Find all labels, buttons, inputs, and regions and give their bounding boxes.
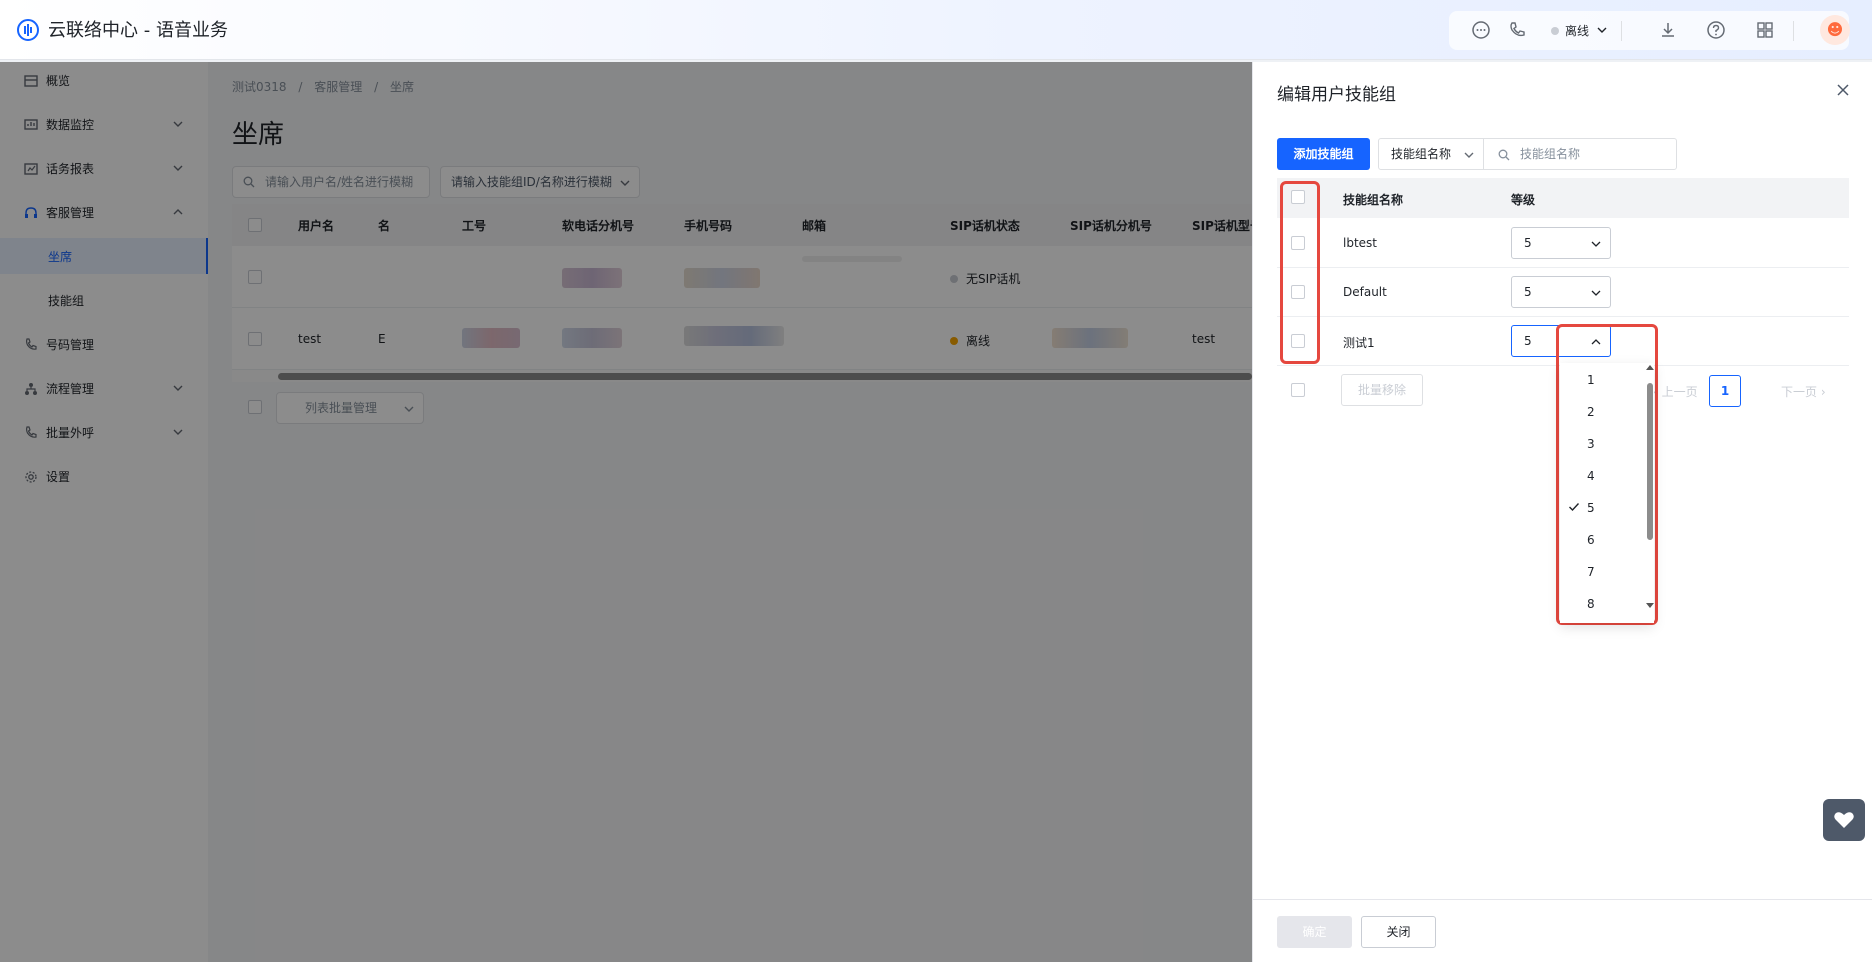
add-skill-group-button[interactable]: 添加技能组 [1277, 138, 1370, 170]
option-label: 6 [1587, 533, 1595, 547]
search-placeholder: 技能组名称 [1520, 147, 1581, 161]
prev-page-label: 上一页 [1661, 385, 1698, 399]
phone-icon[interactable] [1507, 20, 1527, 40]
next-page-label: 下一页 [1781, 385, 1818, 399]
level-option[interactable]: 3 [1560, 427, 1646, 459]
apps-grid-icon[interactable] [1755, 20, 1775, 40]
help-icon[interactable] [1706, 20, 1726, 40]
modal-overlay[interactable] [0, 62, 1252, 962]
level-option[interactable]: 8 [1560, 587, 1646, 619]
option-label: 3 [1587, 437, 1595, 451]
skill-table-header: 技能组名称 等级 [1277, 178, 1849, 218]
level-option[interactable]: 1 [1560, 363, 1646, 395]
skill-group-name: 测试1 [1343, 336, 1375, 350]
top-toolbar: 离线 [1449, 11, 1849, 50]
chevron-down-icon [1597, 27, 1607, 33]
level-select[interactable]: 5 [1511, 227, 1611, 259]
chevron-down-icon [1591, 241, 1601, 247]
level-option[interactable]: 7 [1560, 555, 1646, 587]
level-option[interactable]: 6 [1560, 523, 1646, 555]
divider [1793, 21, 1794, 41]
option-label: 4 [1587, 469, 1595, 483]
scrollbar-thumb[interactable] [1647, 383, 1653, 540]
chevron-down-icon [1591, 290, 1601, 296]
search-field-label: 技能组名称 [1391, 147, 1452, 161]
checkbox-column-highlight [1280, 181, 1320, 364]
bulk-select-checkbox[interactable] [1291, 383, 1305, 397]
close-icon[interactable] [1835, 82, 1851, 98]
feedback-button[interactable] [1823, 799, 1865, 841]
skill-group-name: Default [1343, 285, 1387, 299]
level-value: 5 [1524, 285, 1532, 299]
skill-group-search-input[interactable]: 技能组名称 [1483, 138, 1677, 170]
dropdown-scrollbar[interactable] [1646, 363, 1654, 623]
divider [1621, 21, 1622, 41]
level-dropdown-menu: 1 2 3 4 5 6 7 8 [1560, 363, 1654, 623]
top-bar: 云联络中心 - 语音业务 离线 ☻ [0, 0, 1872, 60]
level-option[interactable]: 2 [1560, 395, 1646, 427]
level-value: 5 [1524, 236, 1532, 250]
app-logo-icon [17, 19, 39, 41]
app-title: 云联络中心 - 语音业务 [48, 20, 228, 41]
option-label: 7 [1587, 565, 1595, 579]
chevron-down-icon [1464, 152, 1474, 158]
level-option[interactable]: 4 [1560, 459, 1646, 491]
column-header: 技能组名称 [1343, 193, 1404, 207]
scroll-up-arrow-icon[interactable] [1646, 365, 1654, 370]
page-number-button[interactable]: 1 [1709, 375, 1741, 407]
level-option-selected[interactable]: 5 [1560, 491, 1646, 523]
level-value: 5 [1524, 334, 1532, 348]
option-label: 5 [1587, 501, 1595, 515]
search-field-select[interactable]: 技能组名称 [1378, 138, 1484, 170]
scroll-down-arrow-icon[interactable] [1646, 603, 1654, 608]
next-page-button[interactable]: 下一页 › [1781, 383, 1826, 400]
chevron-right-icon: › [1817, 385, 1826, 399]
check-icon [1569, 503, 1580, 512]
agent-status-dropdown[interactable]: 离线 [1551, 22, 1607, 39]
option-label: 1 [1587, 373, 1595, 387]
confirm-button[interactable]: 确定 [1277, 916, 1352, 948]
table-row[interactable]: lbtest 5 [1277, 219, 1849, 268]
heart-icon [1834, 812, 1854, 828]
column-header: 等级 [1511, 193, 1536, 207]
skill-group-name: lbtest [1343, 236, 1377, 250]
drawer-footer: 确定 关闭 [1253, 899, 1872, 962]
status-label: 离线 [1565, 24, 1590, 38]
drawer-title: 编辑用户技能组 [1277, 85, 1396, 105]
user-avatar[interactable]: ☻ [1820, 15, 1850, 45]
close-button[interactable]: 关闭 [1361, 916, 1436, 948]
status-dot [1551, 27, 1559, 35]
download-icon[interactable] [1658, 20, 1678, 40]
level-select[interactable]: 5 [1511, 276, 1611, 308]
prev-page-button[interactable]: ‹ 上一页 [1653, 383, 1698, 400]
option-label: 8 [1587, 597, 1595, 611]
table-row[interactable]: Default 5 [1277, 268, 1849, 317]
option-label: 2 [1587, 405, 1595, 419]
batch-remove-button[interactable]: 批量移除 [1341, 374, 1423, 406]
search-icon [1498, 149, 1510, 161]
chat-icon[interactable] [1471, 20, 1491, 40]
